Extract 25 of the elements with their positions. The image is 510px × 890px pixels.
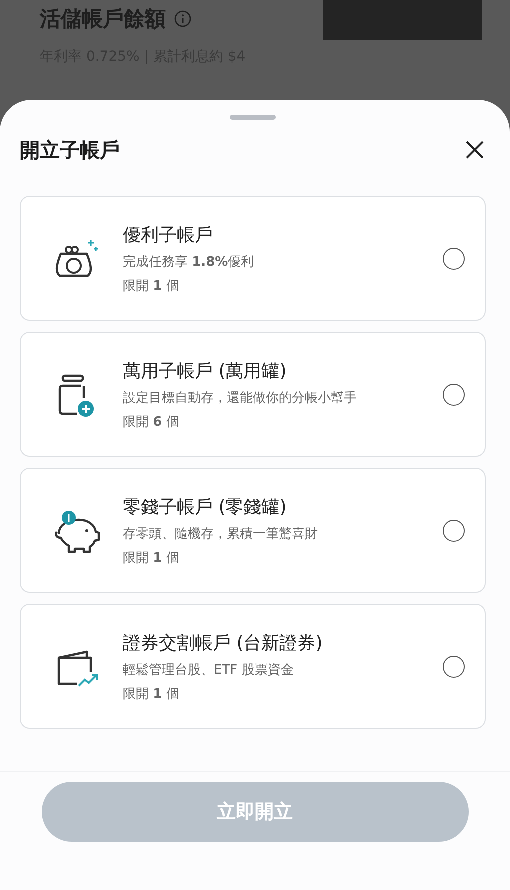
account-name: 零錢子帳戶 (零錢罐)	[123, 496, 288, 518]
radio-button[interactable]	[443, 520, 465, 542]
account-description: 完成任務享 1.8%優利	[123, 254, 256, 270]
info-icon[interactable]	[174, 10, 192, 28]
close-button[interactable]	[464, 139, 486, 161]
radio-button[interactable]	[443, 656, 465, 678]
account-option-card[interactable]: 證券交割帳戶 (台新證券) 輕鬆管理台股、ETF 股票資金 限開 1 個	[20, 604, 486, 729]
radio-button[interactable]	[443, 248, 465, 270]
account-limit: 限開 1 個	[123, 686, 180, 702]
radio-button[interactable]	[443, 384, 465, 406]
drag-handle[interactable]	[230, 115, 276, 120]
account-name: 優利子帳戶	[123, 224, 214, 246]
account-description: 輕鬆管理台股、ETF 股票資金	[123, 662, 295, 678]
account-limit: 限開 6 個	[123, 414, 180, 430]
account-limit: 限開 1 個	[123, 278, 180, 294]
account-option-card[interactable]: 萬用子帳戶 (萬用罐) 設定目標自動存，還能做你的分帳小幫手 限開 6 個	[20, 332, 486, 457]
account-limit: 限開 1 個	[123, 550, 180, 566]
account-option-card[interactable]: 零錢子帳戶 (零錢罐) 存零頭、隨機存，累積一筆驚喜財 限開 1 個	[20, 468, 486, 593]
sheet-title: 開立子帳戶	[20, 136, 120, 164]
account-name: 萬用子帳戶 (萬用罐)	[123, 360, 288, 382]
account-name: 證券交割帳戶 (台新證券)	[123, 632, 324, 654]
account-option-card[interactable]: 優利子帳戶 完成任務享 1.8%優利 限開 1 個	[20, 196, 486, 321]
account-description: 設定目標自動存，還能做你的分帳小幫手	[123, 390, 358, 406]
balance-title: 活儲帳戶餘額	[40, 6, 166, 33]
account-description: 存零頭、隨機存，累積一筆驚喜財	[123, 526, 319, 542]
